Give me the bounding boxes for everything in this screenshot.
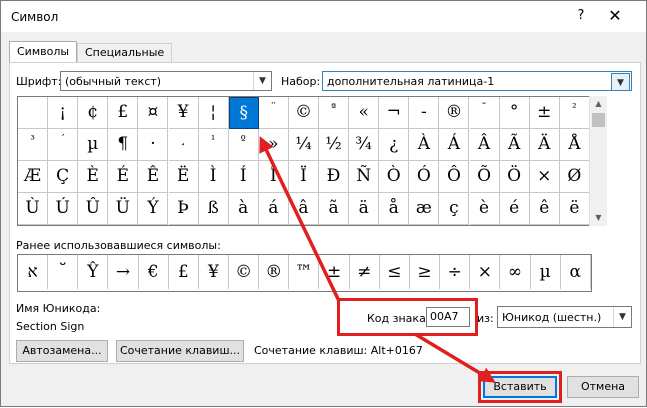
arrow-to-insert-button xyxy=(414,332,496,383)
arrow-to-selected-symbol xyxy=(259,136,341,302)
annotation-arrows xyxy=(259,136,496,383)
symbol-dialog: Символ ? ✕ Символы Специальные знаки Шри… xyxy=(0,0,647,407)
